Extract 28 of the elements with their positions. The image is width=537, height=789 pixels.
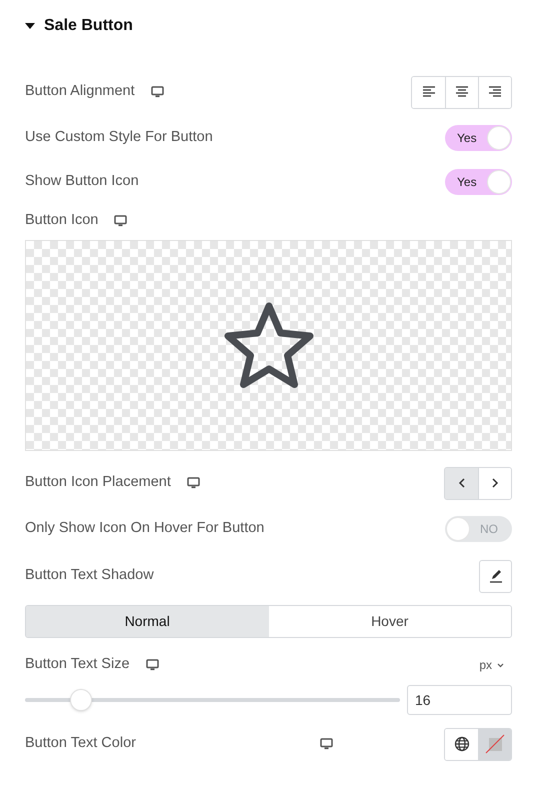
icon-preview[interactable] xyxy=(25,240,512,451)
field-label: Button Text Color xyxy=(25,734,136,754)
toggle-switch[interactable]: Yes xyxy=(445,125,512,151)
section-title[interactable]: Sale Button xyxy=(44,14,133,38)
star-icon xyxy=(222,300,316,390)
field-label: Button Text Size xyxy=(25,655,130,674)
slider-thumb[interactable] xyxy=(70,689,92,711)
field-label: Only Show Icon On Hover For Button xyxy=(25,519,264,538)
globe-icon xyxy=(454,736,470,752)
field-label: Button Icon Placement xyxy=(25,473,171,492)
field-label: Button Text Shadow xyxy=(25,566,154,586)
color-swatch[interactable] xyxy=(478,728,511,760)
align-center-icon xyxy=(455,85,469,99)
edit-button[interactable] xyxy=(479,560,512,592)
align-right-icon xyxy=(488,85,502,99)
toggle-switch[interactable]: Yes xyxy=(445,169,512,195)
field-label: Button Alignment xyxy=(25,82,135,102)
align-left-icon xyxy=(422,85,436,99)
option-button[interactable] xyxy=(478,76,511,108)
chevron-down-icon xyxy=(497,662,504,668)
no-color-icon xyxy=(484,734,504,754)
unit-selector[interactable]: px xyxy=(479,656,504,674)
field-label: Show Button Icon xyxy=(25,172,139,192)
number-field[interactable]: 16 xyxy=(407,685,512,715)
field-label: Button Icon xyxy=(25,211,98,230)
field-label: Use Custom Style For Button xyxy=(25,128,213,148)
tab[interactable]: Normal xyxy=(26,606,268,637)
pencil-icon xyxy=(488,569,502,583)
